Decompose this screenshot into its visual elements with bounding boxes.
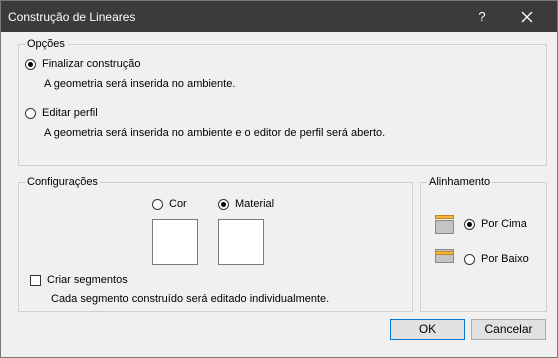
align-bottom-icon: [435, 249, 454, 268]
dialog: Construção de Lineares ? Opções Finaliza…: [0, 0, 558, 358]
material-radio[interactable]: [218, 199, 229, 210]
settings-group: Configurações Cor Material Criar segment…: [18, 175, 413, 312]
align-top-label[interactable]: Por Cima: [481, 217, 527, 231]
alignment-group: Alinhamento Por Cima Por Baixo: [420, 175, 547, 312]
align-bottom-label[interactable]: Por Baixo: [481, 252, 529, 266]
options-group: Opções Finalizar construção A geometria …: [18, 37, 547, 166]
edit-description: A geometria será inserida no ambiente e …: [44, 127, 386, 139]
segments-label[interactable]: Criar segmentos: [47, 273, 128, 287]
help-button[interactable]: ?: [467, 1, 497, 32]
window-title: Construção de Lineares: [8, 10, 136, 24]
finalize-label[interactable]: Finalizar construção: [42, 57, 140, 71]
color-swatch[interactable]: [152, 219, 198, 265]
alignment-legend: Alinhamento: [427, 175, 493, 189]
edit-radio[interactable]: [25, 108, 36, 119]
cancel-button[interactable]: Cancelar: [471, 319, 546, 340]
close-button[interactable]: [509, 1, 545, 32]
close-icon: [521, 11, 533, 23]
edit-label[interactable]: Editar perfil: [42, 106, 98, 120]
segments-description: Cada segmento construído será editado in…: [51, 293, 330, 305]
align-bottom-radio[interactable]: [464, 254, 475, 265]
align-top-icon: [435, 215, 454, 234]
finalize-description: A geometria será inserida no ambiente.: [44, 78, 236, 90]
align-top-radio[interactable]: [464, 219, 475, 230]
title-bar: Construção de Lineares ?: [1, 1, 557, 32]
material-label[interactable]: Material: [235, 197, 274, 211]
options-legend: Opções: [25, 37, 67, 51]
ok-button[interactable]: OK: [390, 319, 465, 340]
material-swatch[interactable]: [218, 219, 264, 265]
color-radio[interactable]: [152, 199, 163, 210]
finalize-radio[interactable]: [25, 59, 36, 70]
settings-legend: Configurações: [25, 175, 100, 189]
color-label[interactable]: Cor: [169, 197, 187, 211]
segments-checkbox[interactable]: [30, 275, 41, 286]
